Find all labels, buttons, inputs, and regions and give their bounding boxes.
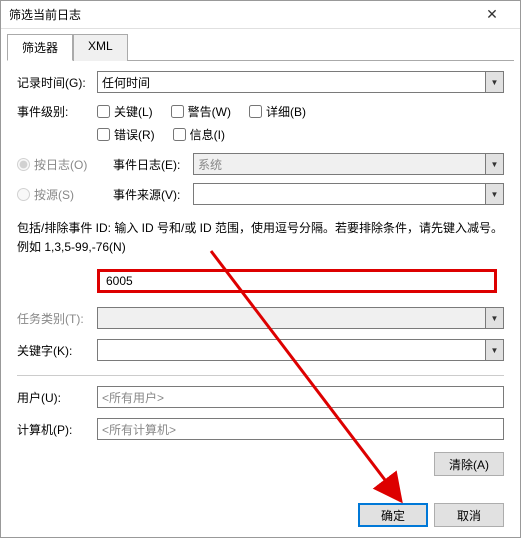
check-verbose[interactable]: 详细(B) [249, 103, 306, 120]
checkbox-warning[interactable] [171, 105, 184, 118]
radio-by-log: 按日志(O) [17, 156, 105, 173]
chevron-down-icon: ▼ [486, 307, 504, 329]
keyword-select[interactable] [97, 339, 486, 361]
checkbox-critical[interactable] [97, 105, 110, 118]
radio-by-log-input [17, 158, 30, 171]
computer-input[interactable] [97, 418, 504, 440]
event-id-input-highlight [97, 269, 497, 293]
close-button[interactable]: ✕ [472, 3, 512, 27]
event-id-input[interactable] [102, 274, 492, 288]
titlebar: 筛选当前日志 ✕ [1, 1, 520, 29]
help-text: 包括/排除事件 ID: 输入 ID 号和/或 ID 范围，使用逗号分隔。若要排除… [17, 219, 504, 257]
cancel-button[interactable]: 取消 [434, 503, 504, 527]
checkbox-error[interactable] [97, 128, 110, 141]
task-category-label: 任务类别(T): [17, 310, 97, 327]
window-title: 筛选当前日志 [9, 6, 81, 23]
check-info[interactable]: 信息(I) [173, 126, 225, 143]
log-time-label: 记录时间(G): [17, 74, 97, 91]
check-critical[interactable]: 关键(L) [97, 103, 153, 120]
dialog-window: 筛选当前日志 ✕ 筛选器 XML 记录时间(G): 任何时间 ▼ 事件级别: 关… [0, 0, 521, 538]
event-log-label: 事件日志(E): [113, 156, 193, 173]
log-time-select[interactable]: 任何时间 [97, 71, 486, 93]
tab-filter[interactable]: 筛选器 [7, 34, 73, 61]
event-source-label: 事件来源(V): [113, 186, 193, 203]
ok-button[interactable]: 确定 [358, 503, 428, 527]
keyword-label: 关键字(K): [17, 342, 97, 359]
divider [17, 375, 504, 376]
clear-button[interactable]: 清除(A) [434, 452, 504, 476]
computer-label: 计算机(P): [17, 421, 97, 438]
user-input[interactable] [97, 386, 504, 408]
user-label: 用户(U): [17, 389, 97, 406]
event-source-select[interactable] [193, 183, 486, 205]
chevron-down-icon: ▼ [486, 153, 504, 175]
chevron-down-icon[interactable]: ▼ [486, 183, 504, 205]
tab-xml[interactable]: XML [73, 34, 128, 61]
chevron-down-icon[interactable]: ▼ [486, 339, 504, 361]
content-area: 记录时间(G): 任何时间 ▼ 事件级别: 关键(L) 警告(W) 详细(B) … [1, 61, 520, 476]
event-level-label: 事件级别: [17, 103, 97, 120]
radio-by-source: 按源(S) [17, 186, 105, 203]
task-category-select [97, 307, 486, 329]
check-warning[interactable]: 警告(W) [171, 103, 231, 120]
checkbox-info[interactable] [173, 128, 186, 141]
event-log-select: 系统 [193, 153, 486, 175]
checkbox-verbose[interactable] [249, 105, 262, 118]
radio-by-source-input [17, 188, 30, 201]
tab-bar: 筛选器 XML [7, 33, 514, 61]
check-error[interactable]: 错误(R) [97, 126, 155, 143]
close-icon: ✕ [486, 6, 498, 23]
chevron-down-icon[interactable]: ▼ [486, 71, 504, 93]
footer: 确定 取消 [1, 493, 520, 537]
